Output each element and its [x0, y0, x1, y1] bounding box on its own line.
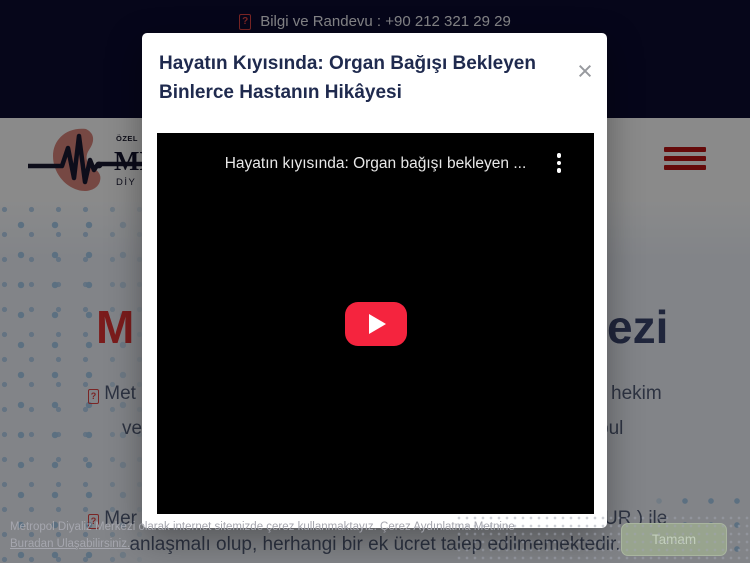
cookie-accept-button[interactable]: Tamam	[621, 523, 727, 556]
cookie-notice-text: Metropol Diyaliz Merkezi olarak internet…	[10, 519, 515, 536]
play-button[interactable]	[345, 302, 407, 346]
video-title: Hayatın kıyısında: Organ bağışı bekleyen…	[157, 155, 594, 173]
cookie-policy-link[interactable]: Buradan Ulaşabilirsiniz.	[10, 538, 130, 550]
page-root: ? Bilgi ve Randevu : +90 212 321 29 29 Ö…	[0, 0, 750, 563]
play-icon	[369, 314, 386, 334]
video-modal: Hayatın Kıyısında: Organ Bağışı Bekleyen…	[142, 33, 607, 528]
cookie-consent-bar: Metropol Diyaliz Merkezi olarak internet…	[0, 514, 750, 563]
more-options-icon[interactable]	[555, 151, 564, 175]
close-icon[interactable]: ×	[573, 59, 597, 83]
youtube-video-player[interactable]: Hayatın kıyısında: Organ bağışı bekleyen…	[157, 133, 594, 514]
modal-title: Hayatın Kıyısında: Organ Bağışı Bekleyen…	[159, 49, 559, 107]
